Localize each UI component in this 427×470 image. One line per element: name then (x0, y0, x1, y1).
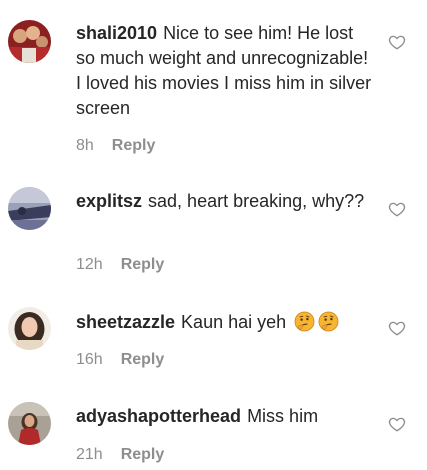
comment-timestamp[interactable]: 21h (76, 446, 103, 463)
comment-meta: 16h Reply (76, 350, 164, 370)
comment-body: explitsz sad, heart breaking, why?? (76, 189, 376, 214)
heart-outline-icon (388, 321, 406, 336)
comment-username[interactable]: adyashapotterhead (76, 406, 241, 426)
comment-body: shali2010 Nice to see him! He lost so muc… (76, 21, 376, 121)
avatar[interactable] (8, 20, 51, 63)
comment-text: Kaun hai yeh (181, 312, 287, 332)
reply-button[interactable]: Reply (121, 256, 165, 273)
comment-timestamp[interactable]: 8h (76, 137, 94, 154)
avatar[interactable] (8, 187, 51, 230)
avatar[interactable] (8, 402, 51, 445)
reply-button[interactable]: Reply (112, 137, 156, 154)
comment-username[interactable]: sheetzazzle (76, 312, 175, 332)
avatar[interactable] (8, 307, 51, 350)
reply-button[interactable]: Reply (121, 351, 165, 368)
like-button[interactable] (388, 415, 406, 433)
comment-body: adyashapotterhead Miss him (76, 404, 376, 429)
comment-meta: 21h Reply (76, 445, 164, 465)
like-button[interactable] (388, 200, 406, 218)
heart-outline-icon (388, 417, 406, 432)
like-button[interactable] (388, 33, 406, 51)
comment-meta: 8h Reply (76, 136, 155, 156)
comment-text: Miss him (247, 406, 319, 426)
comment-body: sheetzazzle Kaun hai yeh (76, 310, 376, 335)
comment-username[interactable]: explitsz (76, 191, 142, 211)
like-button[interactable] (388, 319, 406, 337)
heart-outline-icon (388, 202, 406, 217)
comment-text: sad, heart breaking, why?? (148, 191, 365, 211)
comment-username[interactable]: shali2010 (76, 23, 157, 43)
comment-timestamp[interactable]: 16h (76, 351, 103, 368)
thinking-face-icon (318, 311, 339, 332)
reply-button[interactable]: Reply (121, 446, 165, 463)
heart-outline-icon (388, 35, 406, 50)
thinking-face-icon (294, 311, 315, 332)
comment-meta: 12h Reply (76, 255, 164, 275)
comment-timestamp[interactable]: 12h (76, 256, 103, 273)
